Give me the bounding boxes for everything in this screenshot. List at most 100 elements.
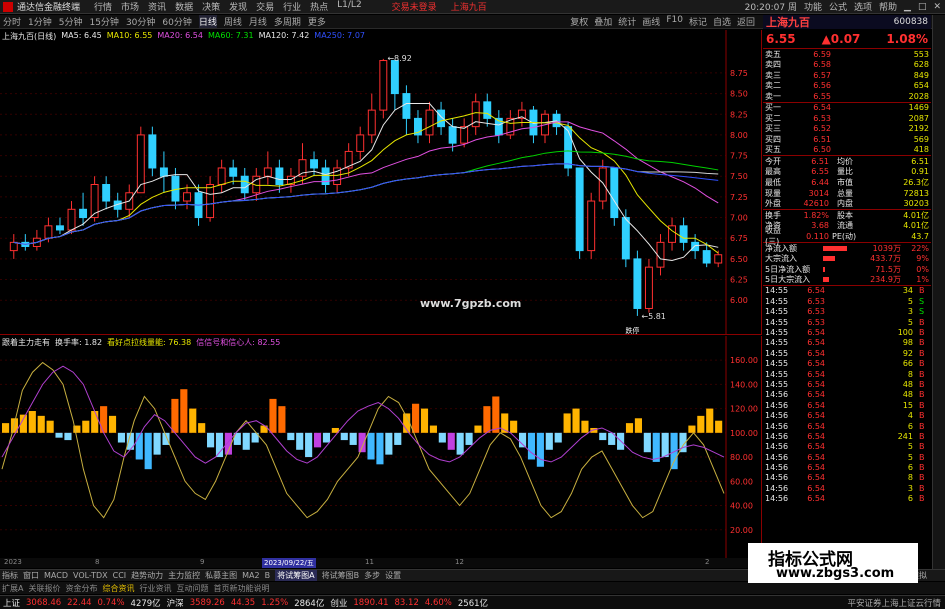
tick-row[interactable]: 14:56 6.54 8 B [763,473,931,483]
period-5min[interactable]: 5分钟 [59,15,83,28]
tick-row[interactable]: 14:55 6.54 98 B [763,338,931,348]
tick-row[interactable]: 14:55 6.53 5 B [763,317,931,327]
menu-item[interactable]: 市场 [121,0,139,13]
extension-tab[interactable]: 互动问题 [176,583,208,594]
ask-row[interactable]: 卖五 6.59 553 [763,49,931,60]
tick-list[interactable]: 14:55 6.54 34 B 14:55 6.53 5 S 14:55 6.53 3 S 14:55 6… [763,286,931,504]
menu-item[interactable]: 决策 [202,0,220,13]
minimize-icon[interactable]: ▁ [904,2,911,12]
extension-tab[interactable]: 行业资讯 [139,583,171,594]
indicator-bar [643,432,651,453]
extension-tab[interactable]: 资金分布 [65,583,97,594]
menu-item[interactable]: 发现 [229,0,247,13]
period-15min[interactable]: 15分钟 [89,15,118,28]
tick-row[interactable]: 14:55 6.54 66 B [763,358,931,368]
menu-item[interactable]: L1/L2 [337,0,362,13]
period-more[interactable]: 更多 [308,15,326,28]
period-1min[interactable]: 1分钟 [28,15,52,28]
candle-body [679,225,688,243]
stock-name: 上海九百 [766,16,810,29]
menu-item[interactable]: 交易 [256,0,274,13]
indicator-tab[interactable]: 窗口 [23,570,39,581]
indicator-tab[interactable]: MACD [44,571,68,580]
ask-price: 6.58 [813,60,831,70]
menu-options[interactable]: 选项 [854,0,872,13]
bid-row[interactable]: 买五 6.50 418 [763,145,931,156]
title-right: 20:20:07 周 功能 公式 选项 帮助 ▁ □ ✕ [745,0,945,14]
tick-row[interactable]: 14:55 6.54 100 B [763,327,931,337]
extension-tab[interactable]: 首页新功能说明 [213,583,269,594]
bid-row[interactable]: 买二 6.53 2087 [763,113,931,124]
tick-row[interactable]: 14:56 6.54 6 B [763,494,931,504]
tick-row[interactable]: 14:56 6.54 15 B [763,400,931,410]
period-daily[interactable]: 日线 [198,15,217,28]
extension-tab[interactable]: 综合资讯 [102,583,134,594]
ask-row[interactable]: 卖二 6.56 654 [763,81,931,92]
tick-row[interactable]: 14:56 6.54 4 B [763,410,931,420]
tick-row[interactable]: 14:55 6.53 5 S [763,296,931,306]
indicator-tab[interactable]: 趋势动力 [131,570,163,581]
indicator-tab[interactable]: 设置 [385,570,401,581]
menu-item[interactable]: 热点 [310,0,328,13]
bid-row[interactable]: 买一 6.54 1469 [763,103,931,114]
tool-watchlist[interactable]: 自选 [713,15,731,28]
menu-item[interactable]: 数据 [175,0,193,13]
indicator-tab[interactable]: MA2 [242,571,259,580]
period-60min[interactable]: 60分钟 [162,15,191,28]
menu-item[interactable]: 行业 [283,0,301,13]
kline-chart[interactable]: 上海九百(日线) MA5: 6.45 MA10: 6.55 MA20: 6.54… [0,30,762,335]
indicator-chart[interactable]: 跟着主力走有 换手率: 1.82 看好点拉线量能: 76.38 信信号和信心人:… [0,336,762,558]
extension-tab[interactable]: 扩展A [2,583,23,594]
maximize-icon[interactable]: □ [918,2,927,12]
indicator-tab[interactable]: 私募主图 [205,570,237,581]
bid-row[interactable]: 买三 6.52 2192 [763,124,931,135]
right-toolbar[interactable] [932,15,945,569]
ask-row[interactable]: 卖四 6.58 628 [763,60,931,71]
tool-mark[interactable]: 标记 [689,15,707,28]
close-icon[interactable]: ✕ [933,2,941,12]
extension-tab[interactable]: 关联报价 [28,583,60,594]
bid-row[interactable]: 买四 6.51 569 [763,134,931,145]
menu-item[interactable]: 行情 [94,0,112,13]
tool-back[interactable]: 返回 [737,15,755,28]
tick-row[interactable]: 14:55 6.54 34 B [763,286,931,296]
ask-row[interactable]: 卖一 6.55 2028 [763,91,931,102]
tick-row[interactable]: 14:55 6.54 48 B [763,379,931,389]
indicator-tab[interactable]: 主力监控 [168,570,200,581]
tick-row[interactable]: 14:56 6.54 3 B [763,483,931,493]
menu-function[interactable]: 功能 [804,0,822,13]
tool-f10[interactable]: F10 [666,15,683,28]
menu-help[interactable]: 帮助 [879,0,897,13]
tool-stats[interactable]: 统计 [618,15,636,28]
ask-row[interactable]: 卖三 6.57 849 [763,70,931,81]
indicator-tab[interactable]: 多步 [364,570,380,581]
ask-volume: 553 [913,49,929,59]
indicator-tab[interactable]: B [265,571,271,580]
indicator-tab[interactable]: 将试筹图A [275,570,317,581]
tick-row[interactable]: 14:56 6.54 241 B [763,431,931,441]
tick-row[interactable]: 14:56 6.54 5 B [763,442,931,452]
login-status[interactable]: 交易未登录 [392,0,437,13]
indicator-tab[interactable]: 将试筹图B [322,570,360,581]
tick-row[interactable]: 14:55 6.54 8 B [763,369,931,379]
period-30min[interactable]: 30分钟 [126,15,155,28]
tick-row[interactable]: 14:56 6.54 5 B [763,452,931,462]
period-multi[interactable]: 多周期 [274,15,301,28]
tick-row[interactable]: 14:55 6.53 3 S [763,307,931,317]
indicator-tab[interactable]: CCI [113,571,127,580]
tool-overlay[interactable]: 叠加 [594,15,612,28]
tick-row[interactable]: 14:56 6.54 6 B [763,462,931,472]
period-weekly[interactable]: 周线 [224,15,242,28]
menu-formula[interactable]: 公式 [829,0,847,13]
tool-draw[interactable]: 画线 [642,15,660,28]
tick-row[interactable]: 14:56 6.54 6 B [763,421,931,431]
tick-row[interactable]: 14:55 6.54 92 B [763,348,931,358]
tick-row[interactable]: 14:56 6.54 48 B [763,390,931,400]
period-intraday[interactable]: 分时 [3,15,21,28]
tool-adjust[interactable]: 复权 [570,15,588,28]
indicator-tab[interactable]: 指标 [2,570,18,581]
indicator-tab[interactable]: VOL-TDX [73,571,108,580]
market-status-bar: 上证 3068.46 22.44 0.74% 4279亿 沪深 3589.26 … [0,595,945,609]
menu-item[interactable]: 资讯 [148,0,166,13]
period-monthly[interactable]: 月线 [249,15,267,28]
